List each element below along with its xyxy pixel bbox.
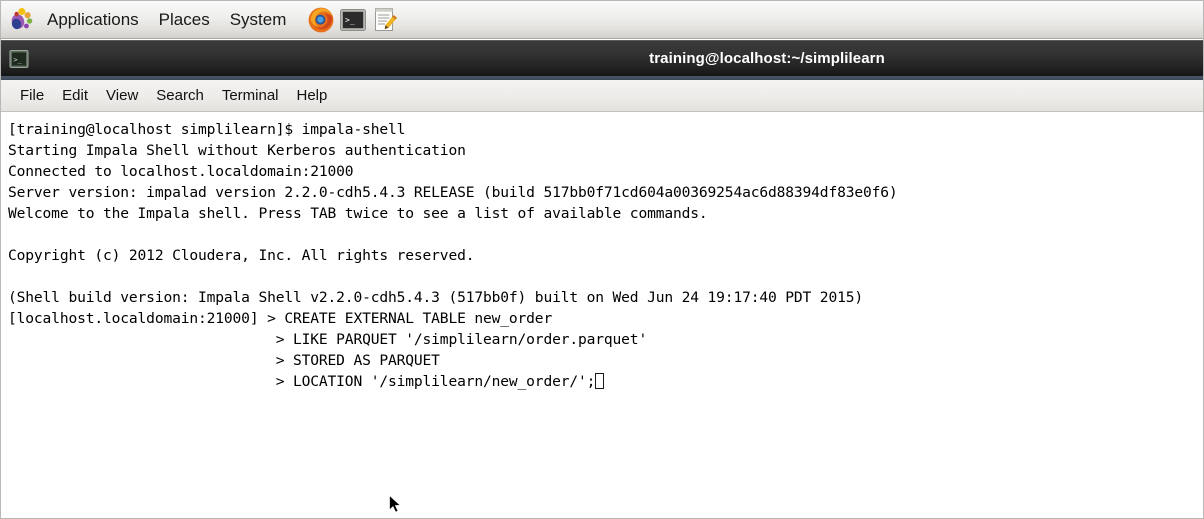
screen: Applications Places System >_ >_ trainin…: [0, 0, 1204, 519]
terminal-line: > STORED AS PARQUET: [8, 352, 440, 369]
terminal-line: Starting Impala Shell without Kerberos a…: [8, 142, 466, 159]
svg-text:>_: >_: [345, 15, 355, 24]
menu-file[interactable]: File: [11, 84, 53, 108]
menu-view[interactable]: View: [97, 84, 147, 108]
menu-help[interactable]: Help: [288, 84, 337, 108]
panel-menu-applications[interactable]: Applications: [38, 6, 148, 34]
panel-menu-system[interactable]: System: [221, 6, 296, 34]
menu-edit[interactable]: Edit: [53, 84, 97, 108]
launcher-terminal[interactable]: >_: [339, 6, 367, 34]
terminal-line: [localhost.localdomain:21000] > CREATE E…: [8, 310, 553, 327]
terminal-line: Server version: impalad version 2.2.0-cd…: [8, 184, 898, 201]
menu-search[interactable]: Search: [147, 84, 213, 108]
terminal-line: > LOCATION '/simplilearn/new_order/';: [8, 371, 1203, 392]
terminal-line: Welcome to the Impala shell. Press TAB t…: [8, 205, 708, 222]
terminal-line: Connected to localhost.localdomain:21000: [8, 163, 354, 180]
gnome-foot-icon[interactable]: [8, 5, 36, 35]
launcher-text-editor[interactable]: [371, 6, 399, 34]
terminal-text: [training@localhost simplilearn]$ impala…: [8, 119, 1203, 392]
menu-terminal[interactable]: Terminal: [213, 84, 288, 108]
terminal-output-area[interactable]: [training@localhost simplilearn]$ impala…: [1, 112, 1203, 518]
window-titlebar[interactable]: >_ training@localhost:~/simplilearn: [1, 40, 1203, 76]
window-title: training@localhost:~/simplilearn: [649, 50, 885, 67]
terminal-line: (Shell build version: Impala Shell v2.2.…: [8, 289, 863, 306]
window-menubar: File Edit View Search Terminal Help: [1, 80, 1203, 112]
gnome-top-panel: Applications Places System >_: [1, 1, 1203, 39]
terminal-cursor: [595, 373, 604, 389]
terminal-line: Copyright (c) 2012 Cloudera, Inc. All ri…: [8, 247, 475, 264]
terminal-window-icon: >_: [8, 48, 30, 70]
svg-text:>_: >_: [13, 55, 22, 63]
launcher-firefox[interactable]: [307, 6, 335, 34]
terminal-line: [training@localhost simplilearn]$ impala…: [8, 121, 406, 138]
terminal-line: > LIKE PARQUET '/simplilearn/order.parqu…: [8, 331, 648, 348]
panel-menu-places[interactable]: Places: [150, 6, 219, 34]
terminal-window: >_ training@localhost:~/simplilearn File…: [1, 40, 1203, 518]
